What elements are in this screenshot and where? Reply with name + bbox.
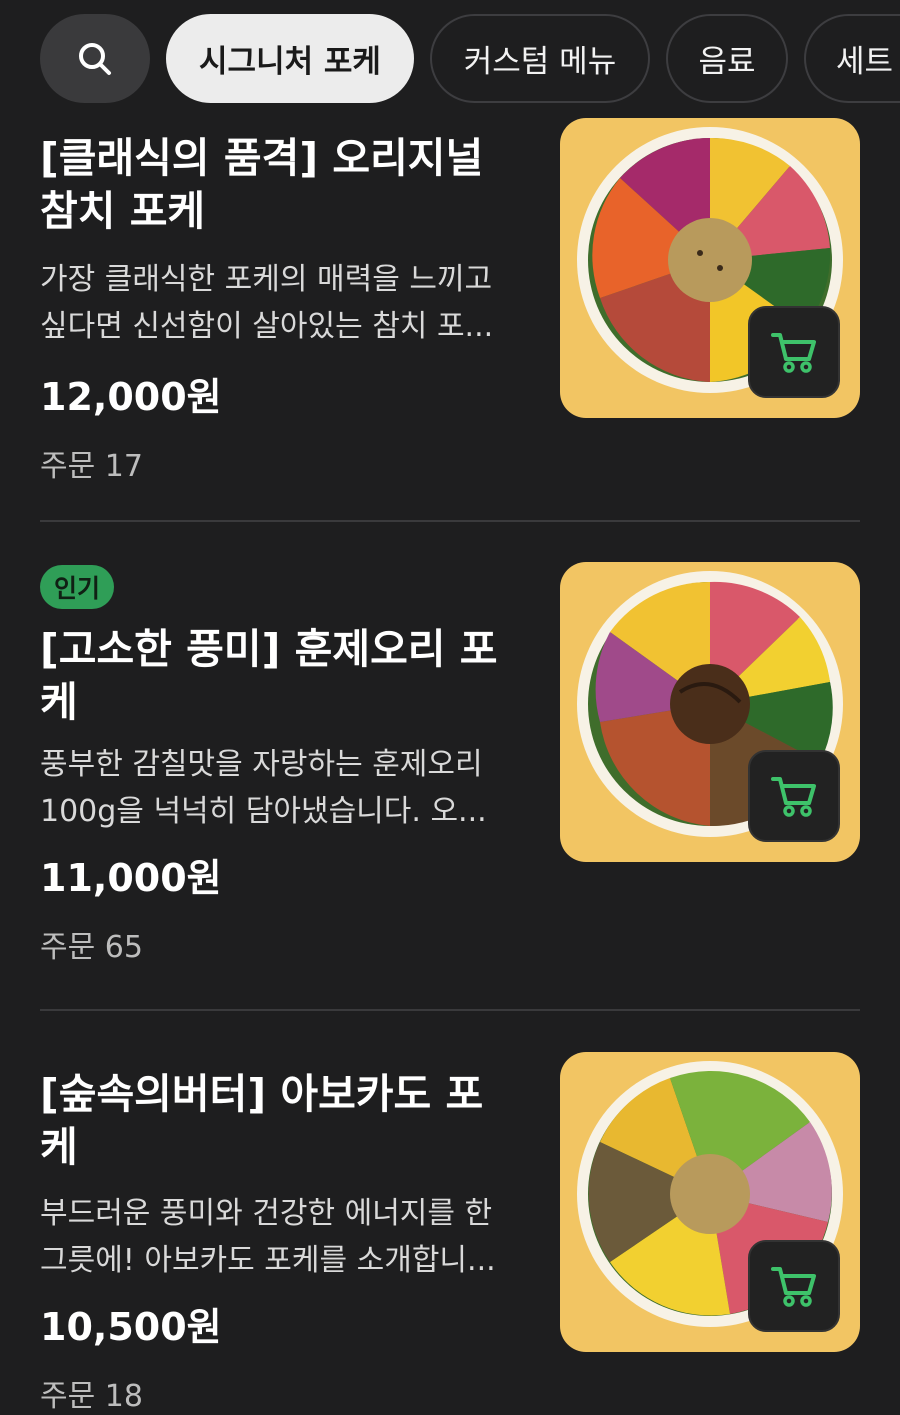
tab-set[interactable]: 세트 xyxy=(804,14,900,103)
tab-custom-menu[interactable]: 커스텀 메뉴 xyxy=(430,14,650,103)
tab-signature-poke[interactable]: 시그니처 포케 xyxy=(166,14,414,103)
add-to-cart-button[interactable] xyxy=(748,306,840,398)
popular-badge: 인기 xyxy=(40,565,115,609)
cart-icon xyxy=(771,1267,816,1307)
item-title: [클래식의 품격] 오리지널 참치 포케 xyxy=(40,134,484,235)
item-order-count: 주문 17 xyxy=(40,449,143,484)
cart-icon xyxy=(771,333,816,373)
item-title: [고소한 풍미] 훈제오리 포케 xyxy=(40,625,498,726)
search-icon xyxy=(79,42,111,75)
add-to-cart-button[interactable] xyxy=(748,750,840,842)
add-to-cart-button[interactable] xyxy=(748,1240,840,1332)
item-order-count: 주문 18 xyxy=(40,1379,143,1414)
item-description: 부드러운 풍미와 건강한 에너지를 한 그릇에! 아보카도 포케를 소개합니..… xyxy=(40,1196,496,1278)
item-image-tuna-poke[interactable] xyxy=(560,118,860,418)
cart-icon xyxy=(771,777,816,817)
item-image-duck-poke[interactable] xyxy=(560,562,860,862)
item-title: [숲속의버터] 아보카도 포케 xyxy=(40,1070,484,1171)
item-divider xyxy=(40,520,860,522)
item-divider xyxy=(40,1009,860,1011)
tab-drinks[interactable]: 음료 xyxy=(666,14,788,103)
item-image-avocado-poke[interactable] xyxy=(560,1052,860,1352)
item-description: 풍부한 감칠맛을 자랑하는 훈제오리 100g을 넉넉히 담아냈습니다. 오..… xyxy=(40,747,487,829)
item-order-count: 주문 65 xyxy=(40,930,143,965)
search-button[interactable] xyxy=(40,14,150,103)
item-description: 가장 클래식한 포케의 매력을 느끼고 싶다면 신선함이 살아있는 참치 포..… xyxy=(40,262,494,344)
category-bar: 시그니처 포케 커스텀 메뉴 음료 세트 xyxy=(0,0,900,118)
